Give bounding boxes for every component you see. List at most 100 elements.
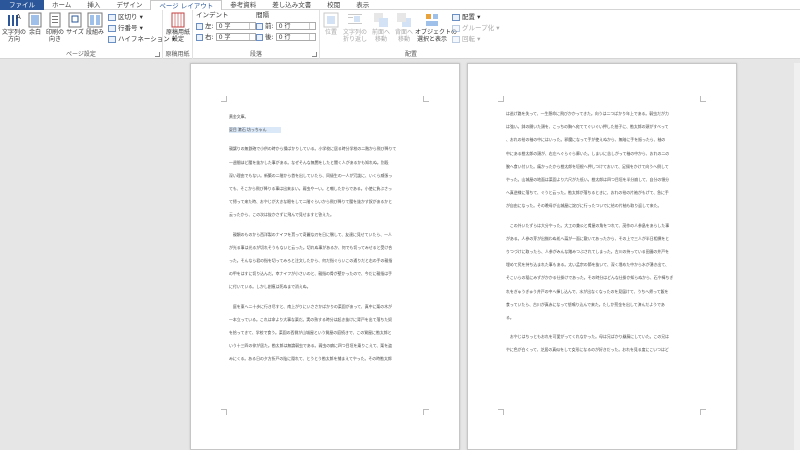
svg-text:A: A — [16, 13, 21, 21]
text-line: いう十三四の倅が居た。勘太郎は無論弱虫である。弱虫の癖に四つ目垣を乗りこえて、栗… — [229, 343, 392, 349]
margins-icon — [27, 12, 43, 28]
indent-left-row: 左: 0 字 — [196, 22, 256, 31]
group-label-page-setup: ページ設定 — [66, 51, 96, 58]
rotate-button[interactable]: 回転 ▾ — [452, 35, 480, 44]
spacing-after-row: 後: 0 行 — [256, 33, 316, 42]
text-line: 親譲りの無鉄砲で小供の時から損ばかりしている。小学校に居る時分学校の二階から飛び… — [229, 146, 397, 152]
vertical-scrollbar[interactable] — [794, 63, 800, 450]
orientation-label: 印刷の 向き — [45, 29, 64, 43]
breaks-button[interactable]: 区切り ▾ — [108, 13, 143, 22]
spacing-after-spinner[interactable]: 0 行 — [275, 33, 316, 41]
tab-0[interactable]: ファイル — [0, 0, 44, 10]
group-arrange: 位置 文字列の 折り返し 前面へ 移動 背面へ 移動 オブジェクトの 選択と表示 — [320, 10, 502, 59]
text-line: 埋めて尻を持ち込まれた事もある。太い孟宗の節を抜いて、深く埋めた中から水が湧き出… — [506, 262, 669, 268]
position-label: 位置 — [324, 29, 337, 36]
crop-mark — [221, 96, 227, 102]
text-line: の甲をはすに切り込んだ。幸ナイフが小さいのと、親指の骨が堅かったので、今だに親指… — [229, 271, 392, 277]
selection-pane-button[interactable]: オブジェクトの 選択と表示 — [415, 12, 457, 43]
text-line: 云ったから、この次は抜かさずに飛んで見せますと答えた。 — [229, 212, 334, 218]
ribbon-tab-bar: ファイル ホーム 挿入 デザイン ページ レイアウト 参考資料 差し込み文書 校閲 表示 — [0, 0, 800, 11]
align-button[interactable]: 配置 ▾ — [452, 13, 480, 22]
text-line: ても、そこから飛び降りる事は出来まい。弱虫やーい。と囃したからである。小使に負ぶ… — [229, 186, 392, 191]
send-backward-button[interactable]: 背面へ 移動 — [393, 12, 415, 43]
columns-button[interactable]: 段組み — [85, 12, 105, 36]
indent-left-spinner[interactable]: 0 字 — [215, 22, 256, 30]
text-line: を拾ってきて、学校で食う。菜園の西側が山城屋という質屋の庭続きで、この質屋に勘太… — [229, 330, 392, 335]
position-icon — [323, 12, 339, 28]
spacing-after-icon — [256, 33, 263, 41]
wrap-text-button[interactable]: 文字列の 折り返し — [341, 12, 369, 43]
breaks-icon — [108, 13, 116, 21]
text-line: れをぎゅうぎゅう井戸の中へ挿し込んで、水が出なくなったのを見届けて、うちへ帰って… — [506, 288, 669, 294]
text-line: る。 — [506, 315, 514, 320]
tab-6[interactable]: 差し込み文書 — [264, 0, 319, 10]
group-objects-label: グループ化 — [462, 24, 495, 32]
line-numbers-button[interactable]: 行番号 ▾ — [108, 24, 143, 33]
send-backward-label: 背面へ 移動 — [394, 29, 413, 43]
tab-1[interactable]: ホーム — [44, 0, 79, 10]
bring-forward-button[interactable]: 前面へ 移動 — [370, 12, 392, 43]
text-line: は逃げ路を失って、一生懸命に飛びかかってきた。向うは二つばかり年上である。弱虫だ… — [506, 111, 669, 116]
indent-right-spinner[interactable]: 0 字 — [215, 33, 256, 41]
indent-left-icon — [196, 22, 203, 30]
text-direction-button[interactable]: A 文字列の 方向 — [2, 12, 26, 43]
margins-label: 余白 — [28, 29, 41, 36]
orientation-icon — [47, 12, 63, 28]
wrap-text-label: 文字列の 折り返し — [342, 29, 367, 43]
spacing-before-label: 前: — [265, 22, 274, 30]
orientation-button[interactable]: 印刷の 向き — [44, 12, 66, 43]
tab-3[interactable]: デザイン — [108, 0, 150, 10]
columns-label: 段組み — [85, 29, 104, 36]
ribbon: A 文字列の 方向 余白 印刷の 向き サイズ 段組み 区切り ▾ 行番号 ▾ … — [0, 10, 800, 59]
document-page-2[interactable]: は逃げ路を失って、一生懸命に飛びかかってきた。向うは二つばかり年上である。弱虫だ… — [467, 63, 737, 450]
rotate-icon — [452, 35, 460, 43]
tab-5[interactable]: 参考資料 — [222, 0, 264, 10]
text-line: 深い理由でもない。新築の二階から首を出していたら、同級生の一人が冗談に、いくら威… — [229, 172, 393, 178]
breaks-label: 区切り — [118, 13, 138, 21]
size-button[interactable]: サイズ — [66, 12, 84, 36]
page-size-icon — [67, 12, 83, 28]
group-objects-button[interactable]: グループ化 ▾ — [452, 24, 499, 33]
wrap-text-icon — [347, 12, 363, 28]
text-line: 一週間ほど腰を抜かした事がある。なぜそんな無闇をしたと聞く人があるかも知れぬ。別… — [229, 159, 389, 165]
text-line: そこいらの稲にみずがかかる仕掛けであった。その時分はどんな仕掛か知らぬから、石や… — [506, 275, 674, 281]
manuscript-settings-button[interactable]: 原稿用紙 設定 — [165, 12, 191, 43]
text-line: 食っていたら、古川が真赤になって怒鳴り込んで来た。たしか罰金を出して済んだようで… — [506, 301, 665, 307]
tab-8[interactable]: 表示 — [348, 0, 377, 10]
hyphenation-label: ハイフネーション — [118, 35, 170, 43]
crop-mark — [700, 96, 706, 102]
tab-2[interactable]: 挿入 — [79, 0, 108, 10]
crop-mark — [423, 96, 429, 102]
margins-button[interactable]: 余白 — [26, 12, 44, 36]
text-line: 腕へ食い付いた。痛かったから勘太郎を垣根へ押しつけておいて、足搦をかけて向うへ倒… — [506, 163, 669, 169]
text-line: みにくる。ある日の夕方折戸の陰に隠れて、とうとう勘太郎を捕まえてやった。その時勘… — [229, 356, 392, 362]
tab-7[interactable]: 校閲 — [319, 0, 348, 10]
selection-pane-label: オブジェクトの 選択と表示 — [415, 29, 458, 43]
spacing-after-label: 後: — [265, 33, 274, 41]
selection-pane-icon — [424, 12, 440, 28]
group-objects-icon — [452, 24, 460, 32]
spacing-before-spinner[interactable]: 0 行 — [275, 22, 316, 30]
bring-forward-icon — [373, 12, 389, 28]
crop-mark — [221, 409, 227, 415]
group-label-arrange: 配置 — [404, 51, 417, 58]
indent-right-icon — [196, 33, 203, 41]
indent-left-label: 左: — [205, 22, 214, 30]
bring-forward-label: 前面へ 移動 — [371, 29, 390, 43]
crop-mark — [498, 96, 504, 102]
text-line: おやじはちっともおれを可愛がってくれなかった。母は兄ばかり贔屓にしていた。この兄… — [506, 334, 670, 340]
paragraph-launcher-icon[interactable] — [312, 52, 317, 57]
text-line: が自由になった。その晩母が山城屋に詫びに行ったついでに袷の片袖も取り返して来た。 — [506, 203, 662, 209]
spacing-heading: 間隔 — [256, 11, 269, 19]
position-button[interactable]: 位置 — [322, 12, 340, 36]
group-page-setup: A 文字列の 方向 余白 印刷の 向き サイズ 段組み 区切り ▾ 行番号 ▾ … — [0, 10, 175, 59]
align-icon — [452, 13, 460, 21]
text-line: に付いている。しかし創痕は死ぬまで消えぬ。 — [229, 284, 311, 290]
align-label: 配置 — [462, 13, 475, 21]
text-line: は強い。鉢の開いた頭を、こっちの胸へ宛ててぐいぐい押した拍子に、勘太郎の頭がすべ… — [506, 124, 669, 130]
manuscript-settings-label: 原稿用紙 設定 — [165, 29, 190, 43]
hyphenation-icon — [108, 35, 116, 43]
page-setup-launcher-icon[interactable] — [155, 52, 160, 57]
group-paragraph: インデント 間隔 左: 0 字 右: 0 字 前: 0 行 後: 0 行 段落 — [193, 10, 320, 59]
document-page-1[interactable]: 黄金文庫。 夏目 漱石 坊っちゃん 親譲りの無鉄砲で小供の時から損ばかりしている。小… — [190, 63, 460, 450]
